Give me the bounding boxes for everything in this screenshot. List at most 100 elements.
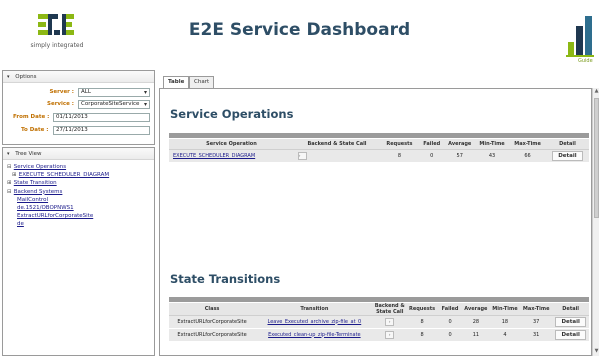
- service-operations-title: Service Operations: [170, 107, 294, 121]
- server-select[interactable]: ALL: [78, 88, 150, 97]
- column-header: Max-Time: [509, 138, 546, 150]
- tree-item-label[interactable]: Service Operations: [14, 164, 66, 170]
- average-cell: 28: [461, 315, 490, 329]
- bar-chart-icon: [566, 16, 594, 57]
- service-row: Service : CorporateSiteService: [3, 100, 154, 110]
- scroll-up-icon[interactable]: ▲: [593, 88, 599, 96]
- expand-arrow-icon[interactable]: ›: [385, 330, 395, 339]
- failed-cell: 0: [418, 149, 445, 163]
- failed-cell: 0: [438, 315, 462, 329]
- detail-button[interactable]: Detail: [555, 329, 586, 340]
- detail-button[interactable]: Detail: [552, 150, 583, 161]
- min-time-cell: 18: [489, 315, 521, 329]
- to-date-row: To Date : 27/11/2013: [3, 126, 154, 136]
- max-time-cell: 37: [520, 315, 553, 329]
- tree-item-execute-scheduler-diagram[interactable]: ⊞ EXECUTE_SCHEDULER_DIAGRAM: [7, 171, 109, 179]
- main-panel: Table Chart Service Operations Service O…: [159, 76, 599, 356]
- expand-icon[interactable]: ⊞: [12, 171, 17, 179]
- tree-item-label[interactable]: EXECUTE_SCHEDULER_DIAGRAM: [19, 172, 109, 178]
- transition-link[interactable]: Leave_Executed_archive_zip-file_at_0: [255, 315, 374, 329]
- column-header: Average: [444, 138, 475, 150]
- tree-item-label[interactable]: MailControl: [17, 197, 48, 203]
- tree-list: ⊟ Service Operations ⊞ EXECUTE_SCHEDULER…: [7, 163, 109, 229]
- min-time-cell: 4: [489, 328, 521, 342]
- service-label: Service :: [47, 101, 74, 107]
- tree-item-label[interactable]: ExtractURLforCorporateSite: [17, 213, 93, 219]
- detail-cell: Detail: [545, 149, 589, 163]
- tree-item-de-1521[interactable]: de.1521/OBOPNWS1: [7, 204, 109, 212]
- tree-item-label[interactable]: de: [17, 221, 24, 227]
- left-panel: ▾ Options Server : ALL Service : Corpora…: [2, 70, 155, 356]
- logo-text: simply integrated: [30, 42, 84, 49]
- detail-cell: Detail: [552, 315, 589, 329]
- column-header: Class: [169, 302, 256, 316]
- backend-cell: ›: [293, 149, 381, 163]
- collapse-icon[interactable]: ⊟: [7, 188, 12, 196]
- server-label: Server :: [49, 89, 74, 95]
- state-transitions-title: State Transitions: [170, 272, 281, 286]
- tab-table[interactable]: Table: [163, 76, 190, 88]
- expand-arrow-icon[interactable]: ›: [385, 317, 395, 326]
- detail-button[interactable]: Detail: [555, 316, 586, 327]
- transition-link[interactable]: Executed_clean-up_zip-file-Terminate: [255, 328, 374, 342]
- tree-item-service-operations[interactable]: ⊟ Service Operations: [7, 163, 109, 171]
- scrollbar-thumb[interactable]: [594, 98, 599, 218]
- tree-view-header[interactable]: ▾ Tree View: [3, 148, 154, 160]
- tree-item-de[interactable]: de: [7, 220, 109, 228]
- chevron-down-icon: ▾: [7, 151, 10, 157]
- class-cell: ExtractURLforCorporateSite: [169, 315, 256, 329]
- collapse-icon[interactable]: ⊟: [7, 163, 12, 171]
- expand-icon[interactable]: ⊞: [7, 179, 12, 187]
- service-operations-table: Service Operation Backend & State Call R…: [169, 133, 589, 163]
- failed-cell: 0: [438, 328, 462, 342]
- tree-item-label[interactable]: Backend Systems: [14, 189, 63, 195]
- column-header: Transition: [255, 302, 374, 316]
- column-header: Average: [461, 302, 490, 316]
- scroll-down-icon[interactable]: ▼: [593, 348, 599, 356]
- column-header: Failed: [418, 138, 445, 150]
- backend-cell: ›: [373, 328, 406, 342]
- column-header: Requests: [405, 302, 439, 316]
- class-cell: ExtractURLforCorporateSite: [169, 328, 256, 342]
- average-cell: 57: [444, 149, 475, 163]
- column-header: Min-Time: [474, 138, 510, 150]
- service-select[interactable]: CorporateSiteService: [78, 100, 150, 109]
- max-time-cell: 66: [509, 149, 546, 163]
- column-header: Service Operation: [169, 138, 294, 150]
- column-header: Min-Time: [489, 302, 521, 316]
- vertical-scrollbar[interactable]: ▲ ▼: [592, 88, 599, 356]
- tree-item-mailcontrol[interactable]: MailControl: [7, 196, 109, 204]
- requests-cell: 8: [405, 328, 439, 342]
- server-row: Server : ALL: [3, 88, 154, 98]
- tree-item-label[interactable]: de.1521/OBOPNWS1: [17, 205, 74, 211]
- from-date-field[interactable]: 01/11/2013: [53, 113, 150, 122]
- tree-view-title: Tree View: [15, 151, 42, 157]
- operation-link[interactable]: EXECUTE_SCHEDULER_DIAGRAM: [169, 149, 294, 163]
- backend-cell: ›: [373, 315, 406, 329]
- requests-cell: 8: [380, 149, 419, 163]
- requests-cell: 8: [405, 315, 439, 329]
- column-header: Detail: [545, 138, 589, 150]
- expand-arrow-icon[interactable]: ›: [297, 151, 307, 160]
- column-header: Detail: [552, 302, 589, 316]
- tree-item-label[interactable]: State Transition: [14, 180, 57, 186]
- to-date-field[interactable]: 27/11/2013: [53, 126, 150, 135]
- tree-item-state-transition[interactable]: ⊞ State Transition: [7, 179, 109, 187]
- tab-chart[interactable]: Chart: [189, 76, 215, 88]
- dashboard-app: simply integrated E2E Service Dashboard …: [0, 0, 599, 356]
- options-title: Options: [15, 74, 37, 80]
- options-header[interactable]: ▾ Options: [3, 71, 154, 83]
- max-time-cell: 31: [520, 328, 553, 342]
- tree-item-backend-systems[interactable]: ⊟ Backend Systems: [7, 188, 109, 196]
- column-header: Backend & State Call: [373, 302, 406, 316]
- state-transitions-table: Class Transition Backend & State Call Re…: [169, 297, 589, 342]
- detail-cell: Detail: [552, 328, 589, 342]
- table-row: EXECUTE_SCHEDULER_DIAGRAM › 8 0 57 43 66…: [169, 149, 589, 163]
- to-date-label: To Date :: [21, 127, 49, 133]
- column-header: Backend & State Call: [293, 138, 381, 150]
- average-cell: 11: [461, 328, 490, 342]
- table-row: ExtractURLforCorporateSite Leave_Execute…: [169, 315, 589, 329]
- page-title: E2E Service Dashboard: [188, 20, 411, 40]
- tree-item-extracturl[interactable]: ExtractURLforCorporateSite: [7, 212, 109, 220]
- guide-label[interactable]: Guide: [578, 58, 593, 64]
